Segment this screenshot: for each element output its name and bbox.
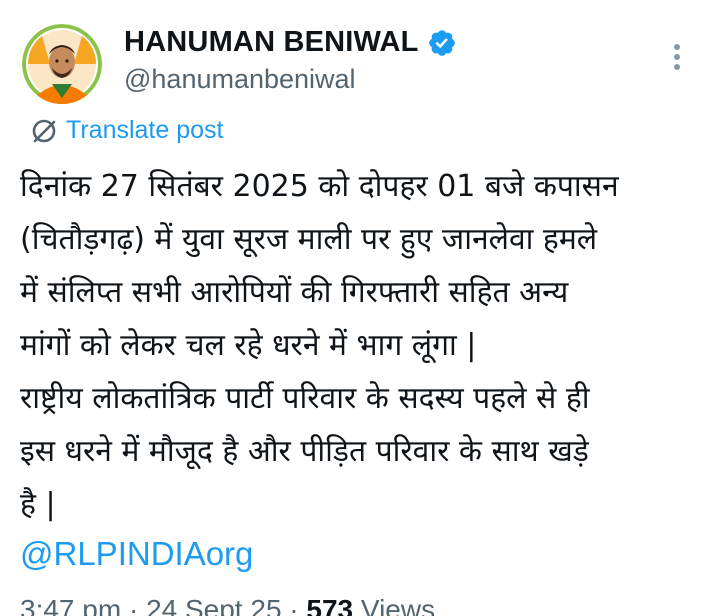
translate-post-button[interactable]: Translate post [30, 116, 223, 145]
tweet-card: HANUMAN BENIWAL @hanumanbeniwal Translat… [0, 0, 717, 616]
tweet-text-line: में संलिप्त सभी आरोपियों की गिरफ्तारी सह… [20, 275, 569, 310]
avatar-image [22, 24, 102, 104]
tweet-time[interactable]: 3:47 pm [20, 594, 121, 616]
tweet-text-line: (चितौड़गढ़) में युवा सूरज माली पर हुए जा… [20, 222, 598, 257]
tweet-text: दिनांक 27 सितंबर 2025 को दोपहर 01 बजे कप… [20, 160, 710, 531]
more-vertical-icon [674, 44, 680, 70]
tweet-meta: 3:47 pm · 24 Sept 25 · 573 Views [20, 594, 435, 616]
meta-separator: · [121, 594, 147, 616]
meta-separator: · [281, 594, 307, 616]
views-count[interactable]: 573 [306, 594, 353, 616]
views-label: Views [353, 594, 436, 616]
tweet-date[interactable]: 24 Sept 25 [146, 594, 281, 616]
author-name-row[interactable]: HANUMAN BENIWAL [124, 26, 457, 59]
translate-post-label: Translate post [66, 116, 224, 144]
author-handle[interactable]: @hanumanbeniwal [124, 64, 356, 95]
author-display-name[interactable]: HANUMAN BENIWAL [124, 26, 419, 59]
tweet-text-line: राष्ट्रीय लोकतांत्रिक पार्टी परिवार के स… [20, 381, 590, 416]
tweet-text-line: इस धरने में मौजूद है और पीड़ित परिवार के… [20, 434, 589, 469]
translate-icon [32, 119, 56, 142]
avatar[interactable] [22, 24, 102, 104]
more-options-button[interactable] [660, 40, 694, 74]
tweet-text-line: दिनांक 27 सितंबर 2025 को दोपहर 01 बजे कप… [20, 169, 619, 204]
tweet-text-line: मांगों को लेकर चल रहे धरने में भाग लूंगा… [20, 328, 477, 363]
mention-link[interactable]: @RLPINDIAorg [20, 535, 253, 573]
verified-badge-icon[interactable] [427, 28, 457, 58]
tweet-text-line: है | [20, 487, 56, 522]
